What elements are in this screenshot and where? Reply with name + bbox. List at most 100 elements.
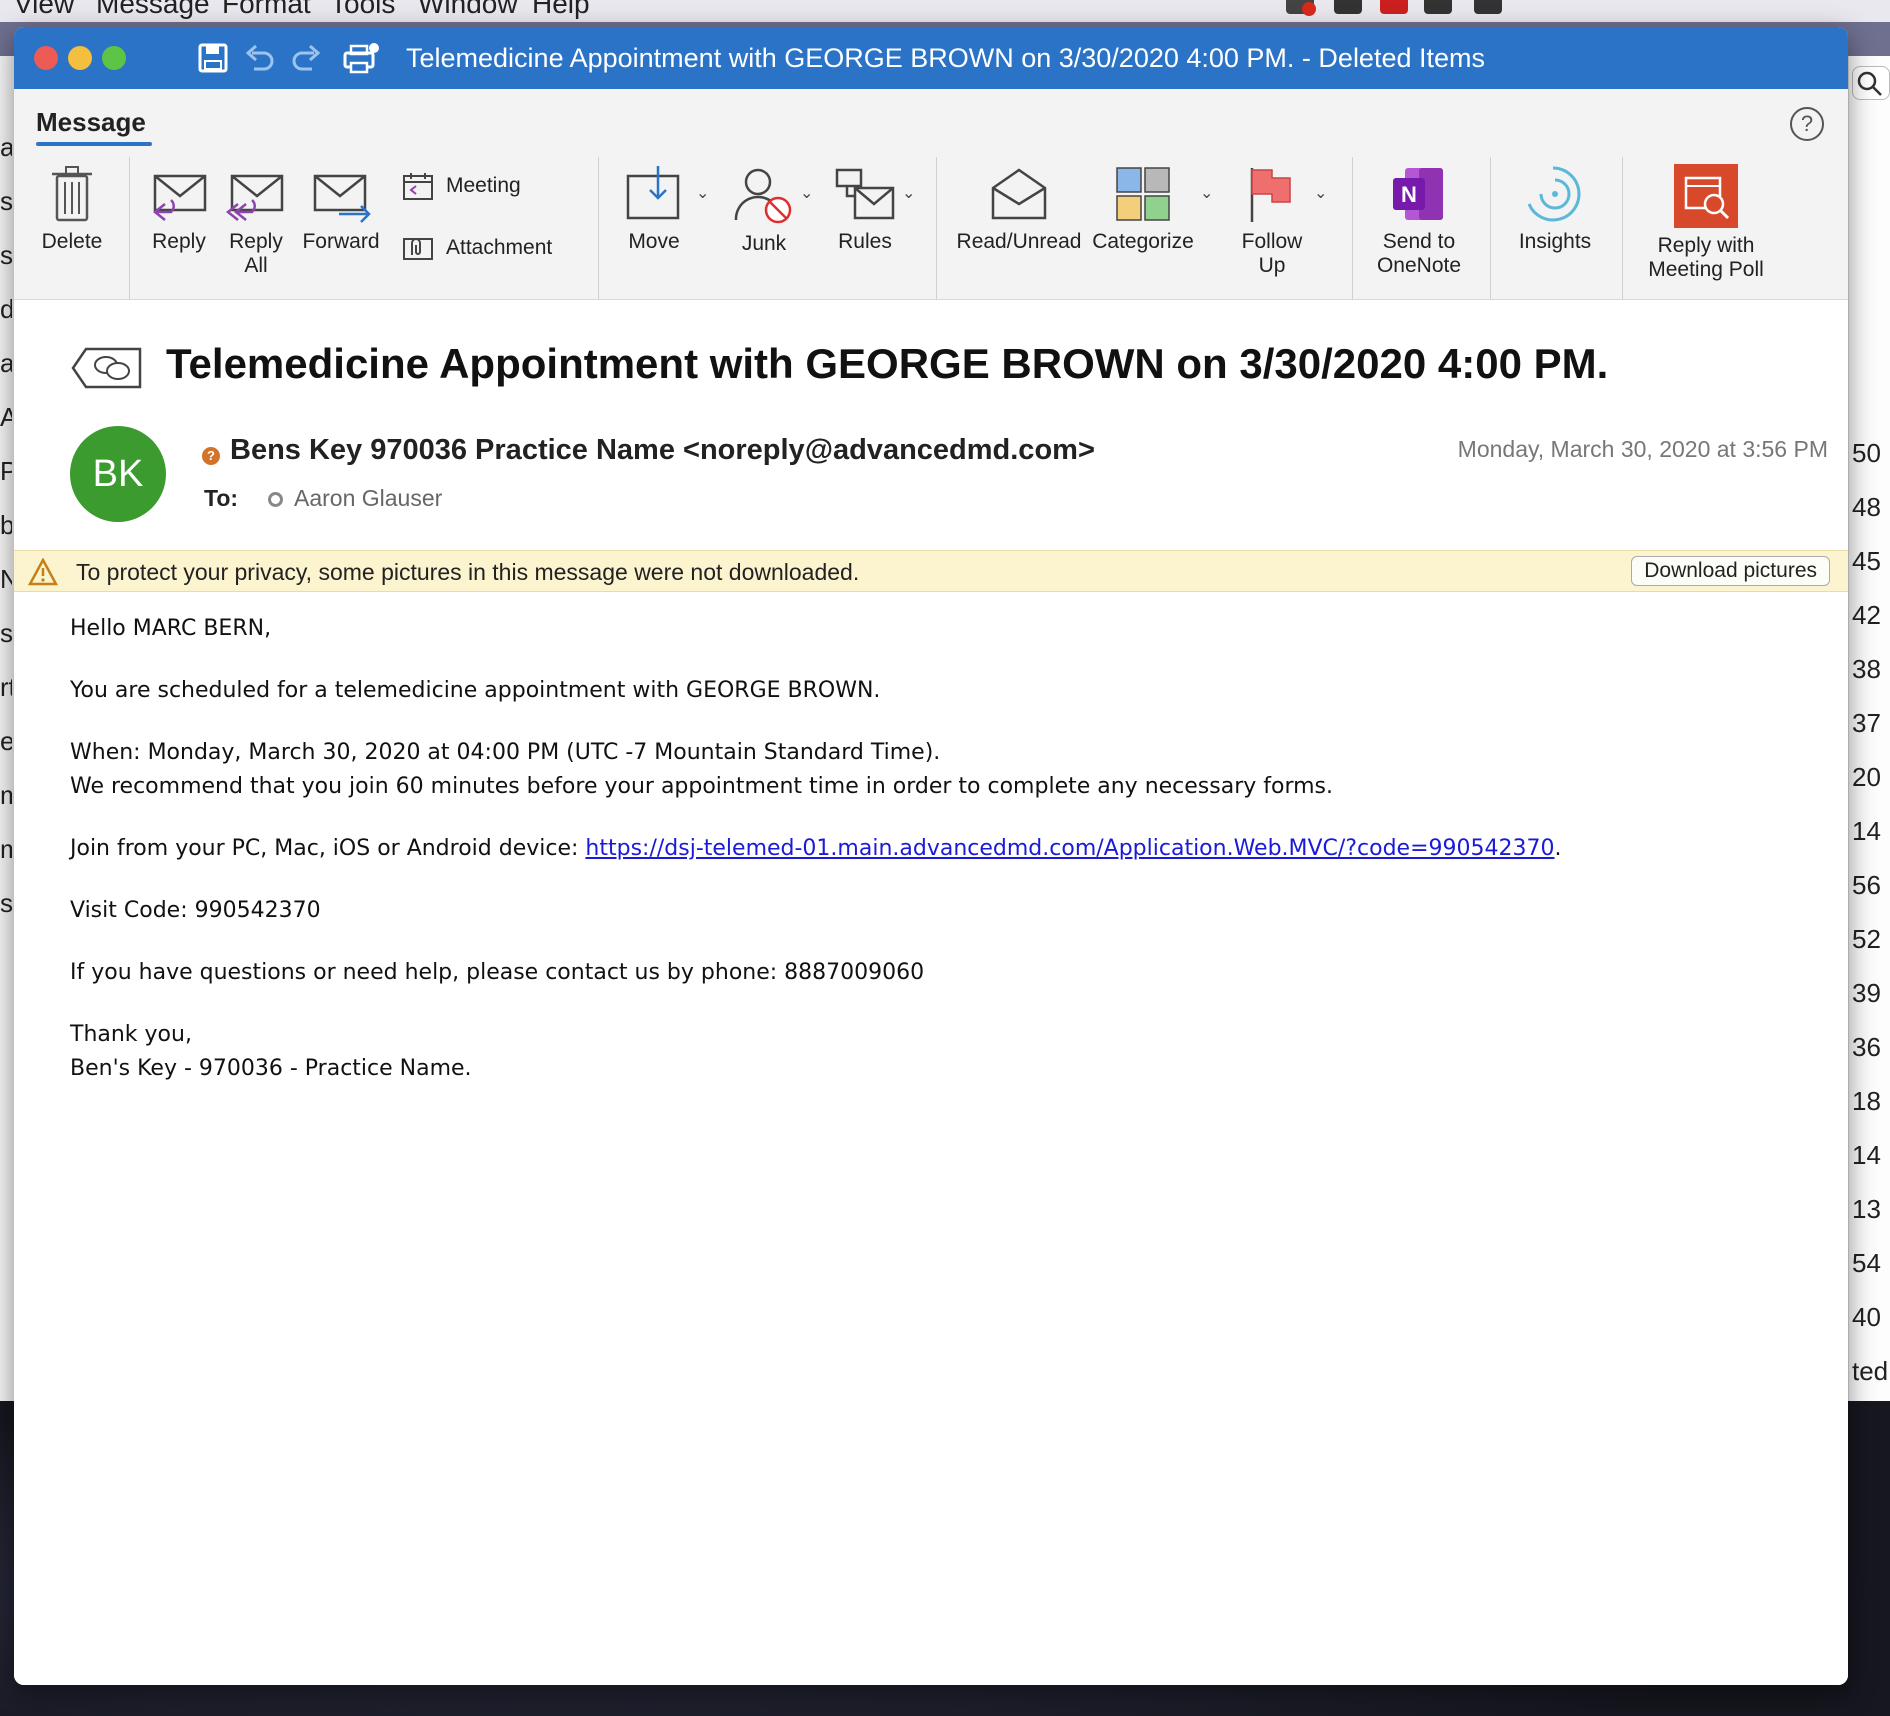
- read-unread-button[interactable]: Read/Unread: [956, 164, 1082, 254]
- status-red-dot-icon: [1302, 2, 1316, 16]
- signature-line: Ben's Key - 970036 - Practice Name.: [70, 1056, 472, 1081]
- sender-name[interactable]: Bens Key 970036 Practice Name <noreply@a…: [230, 434, 1095, 467]
- rules-chevron-down-icon[interactable]: ⌄: [902, 183, 915, 203]
- follow-up-label: Follow Up: [1232, 230, 1312, 278]
- privacy-message: To protect your privacy, some pictures i…: [76, 559, 860, 585]
- follow-up-chevron-down-icon[interactable]: ⌄: [1314, 183, 1327, 203]
- reply-all-label: Reply All: [220, 230, 292, 278]
- tab-message[interactable]: Message: [36, 107, 146, 138]
- help-button[interactable]: ?: [1790, 107, 1824, 141]
- move-chevron-down-icon[interactable]: ⌄: [696, 183, 709, 203]
- ribbon-separator: [1622, 157, 1623, 307]
- move-folder-icon: [626, 166, 680, 220]
- join-line: Join from your PC, Mac, iOS or Android d…: [70, 832, 1810, 866]
- background-time-cell: 13: [1852, 1194, 1881, 1224]
- menu-help[interactable]: Help: [532, 0, 590, 20]
- meeting-button[interactable]: Meeting: [402, 171, 521, 201]
- background-left-cell: N: [0, 564, 12, 594]
- categorize-button[interactable]: Categorize: [1088, 164, 1198, 254]
- presence-icon: [268, 492, 283, 507]
- categorize-chevron-down-icon[interactable]: ⌄: [1200, 183, 1213, 203]
- reply-label: Reply: [152, 230, 206, 253]
- background-left-cell: a: [0, 348, 12, 378]
- delete-button[interactable]: Delete: [30, 164, 114, 254]
- background-left-cell: A: [0, 402, 12, 432]
- move-button[interactable]: Move: [614, 164, 694, 254]
- when-line: When: Monday, March 30, 2020 at 04:00 PM…: [70, 740, 941, 765]
- onenote-icon: N: [1393, 168, 1443, 220]
- status-airplay-icon[interactable]: [1474, 0, 1502, 14]
- background-time-cell: 42: [1852, 600, 1881, 630]
- contact-line: If you have questions or need help, plea…: [70, 960, 925, 985]
- signature-block: Thank you, Ben's Key - 970036 - Practice…: [70, 1018, 1810, 1086]
- reply-all-button[interactable]: Reply All: [220, 164, 292, 278]
- close-window-button[interactable]: [34, 46, 58, 70]
- undo-icon[interactable]: [242, 41, 276, 75]
- send-to-onenote-button[interactable]: N Send to OneNote: [1364, 164, 1474, 278]
- to-label: To:: [204, 485, 239, 511]
- warning-icon: [27, 557, 59, 591]
- background-time-cell: 14: [1852, 1140, 1881, 1170]
- background-time-cell: 37: [1852, 708, 1881, 738]
- redo-icon[interactable]: [290, 41, 324, 75]
- junk-button[interactable]: Junk: [728, 164, 800, 256]
- unknown-sender-icon: ?: [202, 447, 220, 465]
- zoom-window-button[interactable]: [102, 46, 126, 70]
- background-search-box[interactable]: [1852, 66, 1890, 100]
- background-left-cell: P: [0, 456, 12, 486]
- menu-window[interactable]: Window: [418, 0, 518, 20]
- menu-format[interactable]: Format: [222, 0, 311, 20]
- reply-all-label-line2: All: [244, 254, 268, 277]
- delete-label: Delete: [41, 230, 103, 253]
- when-block: When: Monday, March 30, 2020 at 04:00 PM…: [70, 736, 1810, 804]
- attachment-button[interactable]: Attachment: [402, 235, 552, 261]
- follow-up-button[interactable]: Follow Up: [1232, 164, 1312, 278]
- onenote-letter: N: [1401, 182, 1417, 207]
- background-time-cell: 50: [1852, 438, 1881, 468]
- background-time-cell: 18: [1852, 1086, 1881, 1116]
- menu-tools[interactable]: Tools: [330, 0, 395, 20]
- status-sync-icon[interactable]: [1424, 0, 1452, 14]
- reply-button[interactable]: Reply: [142, 164, 216, 254]
- visit-code: Visit Code: 990542370: [70, 898, 321, 923]
- reading-pane: Telemedicine Appointment with GEORGE BRO…: [14, 300, 1848, 1685]
- recommend-line: We recommend that you join 60 minutes be…: [70, 774, 1334, 799]
- insights-button[interactable]: Insights: [1502, 164, 1608, 254]
- download-pictures-button[interactable]: Download pictures: [1631, 556, 1830, 586]
- thanks-line: Thank you,: [70, 1022, 192, 1047]
- title-bar: Telemedicine Appointment with GEORGE BRO…: [14, 27, 1848, 89]
- menu-message[interactable]: Message: [96, 0, 210, 20]
- ribbon-separator: [598, 157, 599, 307]
- open-envelope-icon: [991, 168, 1047, 220]
- recipient-name[interactable]: Aaron Glauser: [294, 485, 442, 512]
- status-office-icon[interactable]: [1380, 0, 1408, 14]
- junk-chevron-down-icon[interactable]: ⌄: [800, 183, 813, 203]
- join-suffix: .: [1554, 836, 1562, 861]
- trash-icon: [52, 166, 92, 222]
- reply-poll-label-line2: Meeting Poll: [1648, 258, 1764, 281]
- print-icon[interactable]: [342, 41, 379, 75]
- read-unread-label: Read/Unread: [956, 230, 1082, 253]
- privacy-infobar: To protect your privacy, some pictures i…: [14, 550, 1848, 592]
- reply-poll-label-line1: Reply with: [1657, 234, 1755, 257]
- ribbon-separator: [1352, 157, 1353, 307]
- send-to-onenote-label: Send to OneNote: [1364, 230, 1474, 278]
- forward-button[interactable]: Forward: [298, 164, 384, 254]
- save-icon[interactable]: [196, 41, 230, 75]
- reply-with-meeting-poll-label: Reply with Meeting Poll: [1634, 234, 1778, 282]
- rules-button[interactable]: Rules: [828, 164, 902, 254]
- reply-with-meeting-poll-button[interactable]: Reply with Meeting Poll: [1634, 164, 1778, 282]
- sender-avatar[interactable]: BK: [70, 426, 166, 522]
- background-left-cell: s: [0, 240, 12, 270]
- background-time-cell: 40: [1852, 1302, 1881, 1332]
- insights-icon: [1527, 166, 1581, 222]
- conversation-icon[interactable]: [70, 345, 144, 396]
- status-bi-icon[interactable]: [1334, 0, 1362, 14]
- minimize-window-button[interactable]: [68, 46, 92, 70]
- background-left-cell: rt: [0, 672, 12, 702]
- join-link[interactable]: https://dsj-telemed-01.main.advancedmd.c…: [585, 836, 1554, 861]
- follow-up-label-line2: Up: [1258, 254, 1286, 277]
- background-left-cell: s: [0, 618, 12, 648]
- background-time-cell: 36: [1852, 1032, 1881, 1062]
- menu-view[interactable]: View: [14, 0, 74, 20]
